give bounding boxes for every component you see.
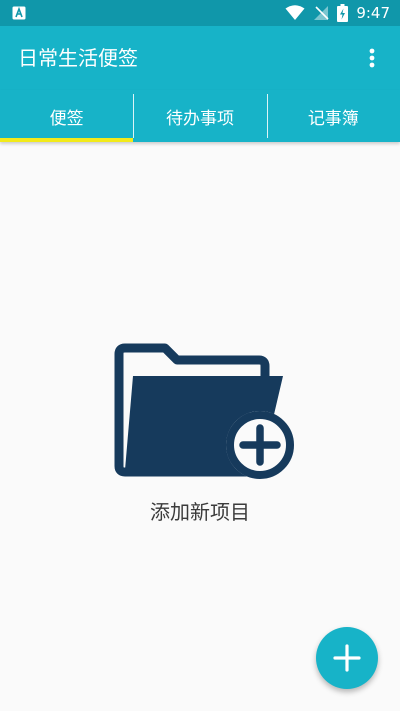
tab-divider — [133, 94, 135, 138]
tab-todo[interactable]: 待办事项 — [133, 90, 266, 142]
tab-label: 便签 — [49, 108, 84, 129]
plus-icon — [333, 644, 361, 672]
tab-bar: 便签 待办事项 记事簿 — [0, 90, 400, 142]
battery-charging-icon — [337, 4, 349, 22]
overflow-menu-button[interactable] — [350, 36, 394, 80]
app-notification-icon — [12, 6, 26, 20]
tab-selected-indicator — [0, 138, 134, 142]
tab-divider — [266, 94, 268, 138]
status-icons: 9:47 — [285, 0, 390, 26]
more-vert-icon — [369, 48, 375, 68]
tab-label: 待办事项 — [165, 108, 234, 129]
folder-add-icon — [114, 343, 294, 479]
tab-journal[interactable]: 记事簿 — [266, 90, 400, 142]
app-bar: 日常生活便签 — [0, 26, 400, 90]
wifi-icon — [285, 5, 305, 20]
add-note-fab[interactable] — [316, 627, 378, 689]
status-bar: 9:47 — [0, 0, 400, 26]
tab-notes[interactable]: 便签 — [0, 90, 134, 142]
empty-state-label: 添加新项目 — [150, 500, 250, 524]
empty-state[interactable]: 添加新项目 — [0, 342, 400, 524]
tab-label: 记事簿 — [307, 108, 359, 129]
status-time: 9:47 — [356, 4, 390, 22]
no-signal-icon — [314, 6, 329, 20]
app-title: 日常生活便签 — [18, 46, 138, 70]
